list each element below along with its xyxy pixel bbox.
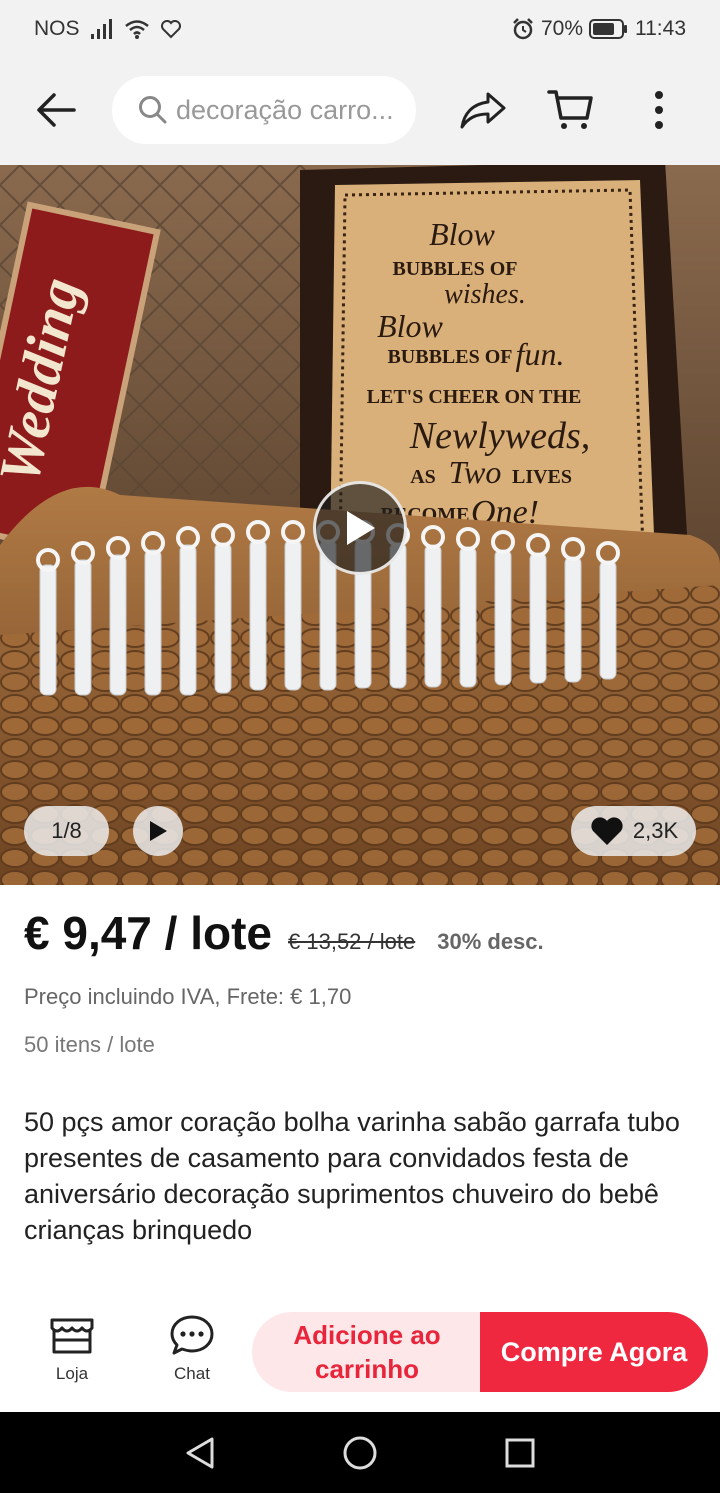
frame-line-6: fun. — [516, 336, 565, 372]
product-image-gallery[interactable]: Wedding Blow BUBBLES OF wishes. Blow BUB… — [0, 165, 720, 885]
nav-home-button[interactable] — [330, 1423, 390, 1483]
lot-info: 50 itens / lote — [24, 1032, 155, 1057]
wifi-icon — [124, 20, 149, 39]
search-icon — [139, 96, 167, 124]
search-input[interactable]: decoração carro... — [112, 76, 416, 144]
status-left: NOS — [34, 17, 182, 41]
share-icon — [460, 92, 506, 129]
top-app-bar: decoração carro... — [0, 58, 720, 165]
status-right: 70% 11:43 — [511, 17, 686, 41]
chat-icon — [170, 1315, 214, 1355]
frame-line-7: LET'S CHEER ON THE — [367, 386, 582, 408]
likes-count: 2,3K — [632, 818, 679, 843]
more-vertical-icon — [655, 91, 663, 129]
alarm-icon — [513, 18, 533, 40]
triangle-back-icon — [186, 1437, 214, 1468]
system-nav-bar — [0, 1412, 720, 1493]
store-button[interactable]: Loja — [36, 1314, 108, 1394]
store-icon — [50, 1318, 94, 1354]
battery-percent: 70% — [540, 17, 583, 40]
play-icon — [347, 511, 375, 545]
bottom-action-bar: Loja Chat Adicione ao carrinho Compre Ag… — [0, 1302, 720, 1412]
nav-recents-button[interactable] — [490, 1423, 550, 1483]
heart-outline-icon — [160, 20, 181, 39]
frame-line-11: LIVES — [512, 466, 572, 488]
circle-home-icon — [343, 1436, 377, 1469]
carrier-label: NOS — [34, 17, 80, 40]
product-title: 50 pçs amor coração bolha varinha sabão … — [24, 1107, 680, 1245]
add-to-cart-button[interactable]: Adicione ao carrinho — [252, 1312, 482, 1392]
heart-icon — [591, 817, 623, 845]
frame-line-9: AS — [410, 466, 436, 488]
clock: 11:43 — [635, 17, 686, 40]
page-indicator: 1/8 — [24, 806, 109, 856]
buy-now-button[interactable]: Compre Agora — [480, 1312, 708, 1392]
video-toggle-button[interactable] — [133, 806, 183, 856]
nav-back-button[interactable] — [170, 1423, 230, 1483]
more-options-button[interactable] — [634, 80, 684, 140]
wishlist-button[interactable]: 2,3K — [571, 806, 696, 856]
original-price: € 13,52 / lote — [288, 929, 416, 954]
chat-button[interactable]: Chat — [156, 1314, 228, 1394]
frame-line-4: Blow — [377, 308, 443, 344]
status-bar: NOS 70% 11:43 — [0, 0, 720, 58]
cart-button[interactable] — [540, 80, 602, 140]
battery-icon — [589, 19, 627, 39]
frame-line-5: BUBBLES OF — [387, 346, 512, 368]
search-placeholder: decoração carro... — [176, 94, 394, 125]
buy-now-label: Compre Agora — [500, 1336, 688, 1367]
store-label: Loja — [55, 1364, 89, 1383]
tax-shipping-info: Preço incluindo IVA, Frete: € 1,70 — [24, 984, 352, 1009]
frame-line-3: wishes. — [444, 279, 526, 310]
page-indicator-text: 1/8 — [51, 818, 82, 843]
play-icon — [150, 821, 167, 841]
share-button[interactable] — [452, 82, 514, 138]
frame-line-1: Blow — [429, 216, 495, 252]
back-arrow-icon — [37, 93, 76, 127]
video-play-button[interactable] — [313, 481, 407, 575]
frame-line-10: Two — [449, 454, 502, 490]
price-row: € 9,47 / lote € 13,52 / lote 30% desc. — [24, 906, 544, 960]
signal-icon — [90, 19, 112, 39]
back-button[interactable] — [26, 82, 86, 138]
chat-label: Chat — [174, 1364, 210, 1383]
add-to-cart-label: Adicione ao carrinho — [293, 1320, 441, 1384]
discount-label: 30% desc. — [437, 929, 544, 954]
frame-line-2: BUBBLES OF — [392, 258, 517, 280]
cart-icon — [547, 90, 593, 129]
current-price: € 9,47 / lote — [24, 907, 273, 959]
square-recents-icon — [505, 1438, 535, 1467]
frame-line-8: Newlyweds, — [409, 415, 590, 457]
